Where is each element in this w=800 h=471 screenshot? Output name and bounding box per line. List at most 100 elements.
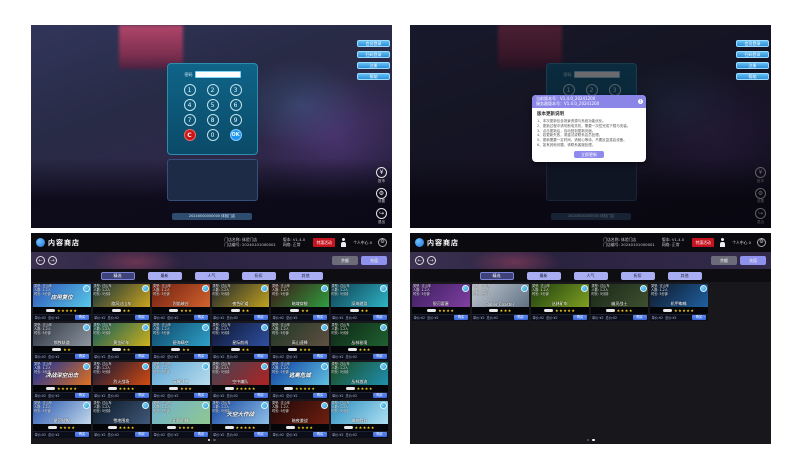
buy-button[interactable]: 购买 bbox=[373, 354, 387, 359]
game-card[interactable]: 类型: 过山车人数: 1-2人时长: 5分钟烈焰峡谷★★★单价:¥2总价:¥2购… bbox=[152, 284, 210, 321]
game-card[interactable]: 类型: 过山车人数: 1-2人时长: 5分钟黄金矿车★★单价:¥2总价:¥2购买 bbox=[93, 323, 151, 360]
buy-button[interactable]: 购买 bbox=[254, 315, 268, 320]
side-button-2[interactable]: 扫码登录 bbox=[736, 51, 769, 58]
key-7[interactable]: 7 bbox=[184, 114, 196, 126]
side-button-2[interactable]: 扫码登录 bbox=[357, 51, 390, 58]
game-card[interactable]: 类型: 过山车人数: 1-2人时长: 5分钟钢铁轨道★★单价:¥2总价:¥2购买 bbox=[33, 323, 91, 360]
filter-tab-5[interactable]: 其他 bbox=[289, 272, 323, 280]
page-dot-2[interactable] bbox=[592, 439, 595, 442]
key-ok[interactable]: OK bbox=[230, 129, 242, 141]
filter-tab-1[interactable]: 精选 bbox=[480, 272, 514, 280]
buy-button[interactable]: 购买 bbox=[194, 354, 208, 359]
buy-button[interactable]: 购买 bbox=[75, 393, 89, 398]
buy-button[interactable]: 购买 bbox=[373, 315, 387, 320]
buy-button[interactable]: 购买 bbox=[254, 354, 268, 359]
buy-button[interactable]: 购买 bbox=[454, 315, 468, 320]
key-3[interactable]: 3 bbox=[230, 84, 242, 96]
buy-button[interactable]: 购买 bbox=[254, 432, 268, 437]
side-button-4[interactable]: 帮助 bbox=[736, 73, 769, 80]
gear-icon[interactable]: ⚙ bbox=[378, 238, 387, 247]
toolbar-button-1[interactable]: 余额 bbox=[711, 256, 737, 265]
buy-button[interactable]: 购买 bbox=[373, 393, 387, 398]
game-card[interactable]: 类型: 过山车人数: 1-2人时长: 5分钟星际航线★★单价:¥2总价:¥2购买 bbox=[212, 323, 270, 360]
key-1[interactable]: 1 bbox=[184, 84, 196, 96]
game-card[interactable]: 类型: 过山车人数: 1-2人时长: 5分钟星河战舰★★★★单价:¥2总价:¥2… bbox=[33, 401, 91, 438]
info-icon[interactable]: ! bbox=[638, 99, 644, 105]
nav-circle-back-icon[interactable]: ← bbox=[415, 256, 424, 265]
utility-exit[interactable]: ↪退出 bbox=[376, 208, 387, 225]
game-card[interactable]: 类型: 过山车人数: 1-2人时长: 5分钟银河要塞★★★★单价:¥2总价:¥2… bbox=[412, 284, 470, 321]
buy-button[interactable]: 购买 bbox=[135, 354, 149, 359]
game-card[interactable]: 类型: 过山车人数: 1-2人时长: 5分钟夜色矿道★★单价:¥2总价:¥2购买 bbox=[212, 284, 270, 321]
nav-circle-back-icon[interactable]: ← bbox=[36, 256, 45, 265]
buy-button[interactable]: 购买 bbox=[194, 315, 208, 320]
game-card[interactable]: 类型: 过山车人数: 1-2人时长: 5分钟碧海晴空★★单价:¥2总价:¥2购买 bbox=[152, 323, 210, 360]
buy-button[interactable]: 购买 bbox=[313, 393, 327, 398]
game-card[interactable]: 类型: 过山车人数: 1-2人时长: 5分钟天空大作战★★★★★单价:¥2总价:… bbox=[212, 401, 270, 438]
game-card[interactable]: 类型: 过山车人数: 1-2人时长: 5分钟丛林激流★★★★单价:¥2总价:¥2… bbox=[331, 362, 389, 399]
key-c[interactable]: C bbox=[184, 129, 196, 141]
game-card[interactable]: 类型: 过山车人数: 1-2人时长: 5分钟海岛假日★★★★★单价:¥2总价:¥… bbox=[331, 401, 389, 438]
game-card[interactable]: 类型: 过山车人数: 1-2人时长: 5分钟决战深空出击★★★★★单价:¥2总价… bbox=[33, 362, 91, 399]
game-card[interactable]: 类型: 过山车人数: 1-2人时长: 5分钟暗夜激战★★★★单价:¥2总价:¥2… bbox=[271, 401, 329, 438]
filter-tab-4[interactable]: 折扣 bbox=[242, 272, 276, 280]
buy-button[interactable]: 购买 bbox=[313, 315, 327, 320]
game-card[interactable]: 类型: 过山车人数: 1-2人时长: 5分钟云霄飞车★★★单价:¥2总价:¥2购… bbox=[152, 362, 210, 399]
filter-tab-1[interactable]: 精选 bbox=[101, 272, 135, 280]
game-card[interactable]: 类型: 过山车人数: 1-2人时长: 5分钟逃离危城★★★★★单价:¥2总价:¥… bbox=[271, 362, 329, 399]
filter-tab-2[interactable]: 最新 bbox=[148, 272, 182, 280]
buy-button[interactable]: 购买 bbox=[75, 432, 89, 437]
buy-button[interactable]: 购买 bbox=[194, 432, 208, 437]
filter-tab-3[interactable]: 人气 bbox=[195, 272, 229, 280]
promo-badge[interactable]: 特惠活动 bbox=[313, 238, 335, 247]
key-6[interactable]: 6 bbox=[230, 99, 242, 111]
filter-tab-5[interactable]: 其他 bbox=[668, 272, 702, 280]
buy-button[interactable]: 购买 bbox=[373, 432, 387, 437]
key-9[interactable]: 9 bbox=[230, 114, 242, 126]
gear-icon[interactable]: ⚙ bbox=[757, 238, 766, 247]
buy-button[interactable]: 购买 bbox=[633, 315, 647, 320]
game-card[interactable]: 类型: 过山车人数: 1-2人时长: 5分钟空中编队★★★★★单价:¥2总价:¥… bbox=[212, 362, 270, 399]
page-dot-1[interactable] bbox=[587, 439, 590, 442]
key-5[interactable]: 5 bbox=[207, 99, 219, 111]
buy-button[interactable]: 购买 bbox=[194, 393, 208, 398]
buy-button[interactable]: 购买 bbox=[135, 315, 149, 320]
buy-button[interactable]: 购买 bbox=[313, 354, 327, 359]
game-card[interactable]: 类型: 过山车人数: 1-2人时长: 5分钟旋风过山车★★单价:¥2总价:¥2购… bbox=[93, 284, 151, 321]
nav-circle-forward-icon[interactable]: → bbox=[48, 256, 57, 265]
toolbar-button-1[interactable]: 余额 bbox=[332, 256, 358, 265]
game-card[interactable]: 类型: 过山车人数: 1-2人时长: 5分钟应用复位★★★★★单价:¥2总价:¥… bbox=[33, 284, 91, 321]
toolbar-button-2[interactable]: 充值 bbox=[361, 256, 387, 265]
filter-tab-3[interactable]: 人气 bbox=[574, 272, 608, 280]
buy-button[interactable]: 购买 bbox=[573, 315, 587, 320]
key-4[interactable]: 4 bbox=[184, 99, 196, 111]
buy-button[interactable]: 购买 bbox=[254, 393, 268, 398]
utility-coin[interactable]: ¥投币 bbox=[376, 167, 387, 184]
game-card[interactable]: 类型: 过山车人数: 1-2人时长: 5分钟田园小镇★★★★单价:¥2总价:¥2… bbox=[152, 401, 210, 438]
utility-gear[interactable]: ⚙设置 bbox=[376, 188, 387, 205]
game-card[interactable]: 类型: 过山车人数: 1-2人时长: 5分钟Roller Coaster★★★单… bbox=[472, 284, 530, 321]
key-8[interactable]: 8 bbox=[207, 114, 219, 126]
buy-button[interactable]: 购买 bbox=[135, 393, 149, 398]
page-dot-2[interactable] bbox=[213, 439, 216, 442]
game-card[interactable]: 类型: 过山车人数: 1-2人时长: 5分钟深海遨游★★单价:¥2总价:¥2购买 bbox=[331, 284, 389, 321]
side-button-3[interactable]: 注册 bbox=[357, 62, 390, 69]
game-card[interactable]: 类型: 过山车人数: 1-2人时长: 5分钟烈火战场★★★★单价:¥2总价:¥2… bbox=[93, 362, 151, 399]
buy-button[interactable]: 购买 bbox=[692, 315, 706, 320]
promo-badge[interactable]: 特惠活动 bbox=[692, 238, 714, 247]
side-button-3[interactable]: 注册 bbox=[736, 62, 769, 69]
game-card[interactable]: 类型: 过山车人数: 1-2人时长: 5分钟丛林秘境★★★单价:¥2总价:¥2购… bbox=[331, 323, 389, 360]
buy-button[interactable]: 购买 bbox=[514, 315, 528, 320]
pin-input[interactable] bbox=[195, 71, 241, 78]
side-button-4[interactable]: 帮助 bbox=[357, 73, 390, 80]
update-button[interactable]: 立即更新 bbox=[574, 151, 604, 158]
toolbar-button-2[interactable]: 充值 bbox=[740, 256, 766, 265]
side-button-1[interactable]: 会员登录 bbox=[357, 40, 390, 47]
game-card[interactable]: 类型: 过山车人数: 1-2人时长: 5分钟丛林矿车★★★★★单价:¥2总价:¥… bbox=[531, 284, 589, 321]
game-card[interactable]: 类型: 过山车人数: 1-2人时长: 5分钟高山速降★★★单价:¥2总价:¥2购… bbox=[271, 323, 329, 360]
buy-button[interactable]: 购买 bbox=[75, 315, 89, 320]
key-2[interactable]: 2 bbox=[207, 84, 219, 96]
key-0[interactable]: 0 bbox=[207, 129, 219, 141]
filter-tab-2[interactable]: 最新 bbox=[527, 272, 561, 280]
nav-circle-forward-icon[interactable]: → bbox=[427, 256, 436, 265]
